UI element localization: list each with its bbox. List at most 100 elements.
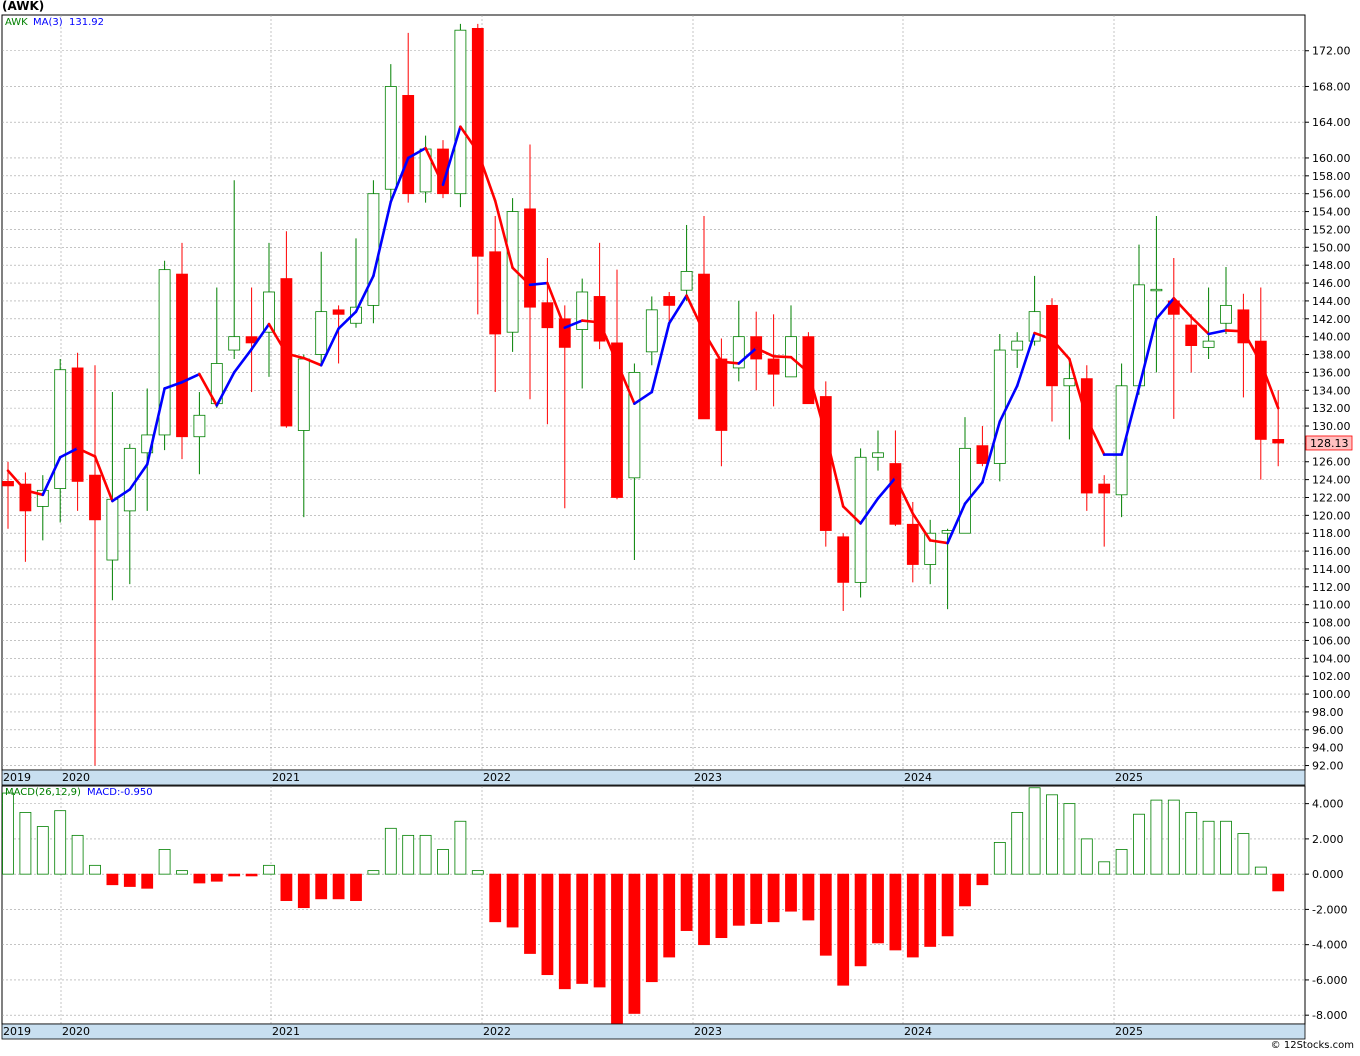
macd-bar [454, 820, 467, 875]
legend-macd-value: MACD:-0.950 [87, 787, 153, 798]
candle-body [1272, 439, 1285, 444]
last-price-marker: 128.13 [1305, 435, 1353, 451]
macd-bar [297, 873, 310, 909]
macd-bar [1063, 803, 1076, 875]
ma-line-segment [720, 360, 741, 365]
candle-body [402, 95, 415, 195]
macd-bar [541, 873, 554, 976]
macd-bar [1254, 866, 1267, 875]
macd-tick-label: -6.000 [1312, 974, 1347, 987]
price-tick-label: 110.00 [1312, 599, 1351, 612]
macd-bar [872, 873, 884, 944]
candle-body [645, 309, 658, 353]
candle-body [384, 86, 397, 190]
macd-bar [54, 810, 67, 875]
macd-bar [785, 873, 797, 912]
macd-year-label: 2023 [694, 1025, 722, 1038]
price-tick-label: 142.00 [1312, 313, 1351, 326]
macd-panel: -8.000 -6.000 -4.000 -2.000 0.000 2.000 4.000 2… [1, 785, 1347, 1040]
price-tick-label: 116.00 [1312, 545, 1351, 558]
price-tick-label: 124.00 [1312, 474, 1351, 487]
legend-macd-label: MACD(26,12,9) [5, 787, 81, 798]
macd-bar [36, 826, 49, 875]
year-label: 2019 [3, 771, 31, 784]
price-tick-label: 102.00 [1312, 670, 1351, 683]
macd-bar [71, 834, 84, 875]
candle-body [767, 358, 780, 375]
macd-bar [732, 873, 745, 926]
macd-bar [576, 873, 589, 984]
candle-body [872, 452, 884, 458]
price-tick-label: 108.00 [1312, 617, 1351, 630]
price-tick-label: 98.00 [1312, 706, 1344, 719]
price-tick-label: 96.00 [1312, 724, 1344, 737]
candle-body [54, 369, 67, 489]
macd-year-label: 2025 [1115, 1025, 1143, 1038]
candle-body [123, 447, 136, 512]
macd-bar [1098, 861, 1111, 875]
macd-bar [402, 834, 415, 875]
macd-bar [837, 873, 850, 986]
price-tick-label: 154.00 [1312, 206, 1351, 219]
price-tick-label: 100.00 [1312, 688, 1351, 701]
macd-bar [419, 834, 432, 875]
price-tick-label: 106.00 [1312, 634, 1351, 647]
price-panel: 92.00 94.00 96.00 98.00 100.00 102.00 104.00 10… [1, 14, 1351, 786]
candle-body [976, 445, 989, 464]
macd-bar [524, 873, 536, 954]
macd-bar [819, 873, 832, 956]
candle-body [367, 193, 380, 306]
macd-bar [993, 842, 1006, 875]
price-tick-label: 130.00 [1312, 420, 1351, 433]
copyright-notice: © 12Stocks.com [1270, 1040, 1354, 1051]
macd-bar [193, 873, 206, 884]
macd-bar [210, 873, 223, 882]
candle-body [1011, 340, 1024, 351]
candle-body [889, 463, 902, 525]
candle-body [698, 273, 710, 420]
candle-body [176, 273, 188, 438]
price-tick-label: 152.00 [1312, 223, 1351, 236]
candle-body [193, 414, 206, 438]
candle-body [715, 358, 728, 431]
price-tick-label: 160.00 [1312, 152, 1351, 165]
price-tick-label: 132.00 [1312, 402, 1351, 415]
last-price-label: 128.13 [1310, 437, 1349, 450]
macd-bar [802, 873, 815, 921]
macd-bar [471, 870, 484, 875]
candle-body [1150, 288, 1163, 292]
macd-bar [1115, 849, 1128, 875]
macd-bar [1150, 799, 1163, 875]
macd-bar [1237, 833, 1250, 875]
price-tick-label: 156.00 [1312, 188, 1351, 201]
candle-body [993, 349, 1006, 464]
macd-bar [228, 873, 241, 877]
macd-bar [245, 873, 258, 877]
candle-body [906, 523, 919, 565]
candle-body [297, 358, 310, 431]
macd-bar [645, 873, 658, 983]
price-tick-label: 136.00 [1312, 366, 1351, 379]
legend-ma-label: MA(3) [33, 17, 63, 28]
price-tick-label: 150.00 [1312, 241, 1351, 254]
ma-line-segment [772, 355, 793, 359]
macd-bar [976, 873, 989, 886]
candle-body [1185, 324, 1198, 346]
candle-body [471, 28, 484, 257]
macd-bar [89, 864, 101, 875]
price-tick-label: 94.00 [1312, 742, 1344, 755]
candle-body [315, 311, 328, 355]
macd-bar [593, 873, 606, 988]
macd-bar [1167, 799, 1180, 875]
macd-bar [906, 873, 919, 958]
price-tick-label: 126.00 [1312, 456, 1351, 469]
macd-bar [437, 849, 449, 875]
price-tick-label: 138.00 [1312, 349, 1351, 362]
candle-body [837, 536, 850, 583]
candle-body [1202, 340, 1215, 348]
macd-bar [350, 873, 362, 901]
macd-bar [959, 873, 971, 907]
candle-body [89, 474, 101, 521]
year-label: 2020 [62, 771, 90, 784]
macd-bar [854, 873, 867, 967]
